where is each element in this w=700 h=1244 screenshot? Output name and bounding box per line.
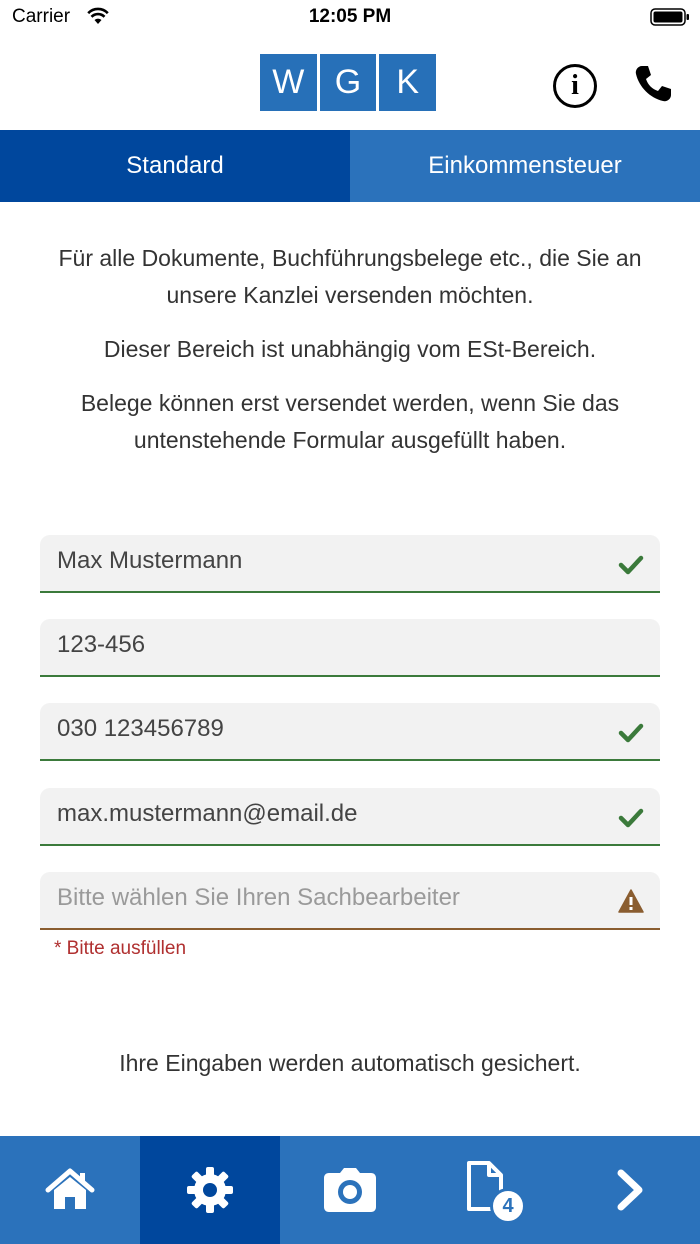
phone-icon[interactable]	[632, 62, 674, 106]
phone-field[interactable]: 030 123456789	[40, 703, 660, 761]
tab-einkommensteuer[interactable]: Einkommensteuer	[350, 130, 700, 202]
tab-bar: Standard Einkommensteuer	[0, 130, 700, 202]
nav-home[interactable]	[0, 1136, 140, 1244]
check-icon	[618, 808, 644, 828]
wgk-logo: W G K	[260, 54, 437, 111]
nav-settings[interactable]	[140, 1136, 280, 1244]
clock: 12:05 PM	[308, 6, 392, 27]
settings-icon	[187, 1167, 233, 1213]
home-icon	[45, 1168, 95, 1209]
logo-letter: W	[260, 54, 317, 111]
nav-next[interactable]	[560, 1136, 700, 1244]
clerk-placeholder: Bitte wählen Sie Ihren Sachbearbeiter	[57, 884, 460, 911]
intro-paragraph: Für alle Dokumente, Buchführungsbelege e…	[58, 245, 642, 308]
intro-paragraph: Belege können erst versendet werden, wen…	[80, 390, 620, 453]
battery-icon	[650, 8, 689, 26]
nav-documents[interactable]	[420, 1136, 560, 1244]
name-field[interactable]: Max Mustermann	[40, 535, 660, 593]
client-number-value: 123-456	[57, 631, 146, 658]
info-icon[interactable]: i	[553, 64, 597, 108]
status-bar: Carrier 12:05 PM	[0, 0, 700, 34]
next-icon	[617, 1169, 643, 1211]
bottom-nav	[0, 1136, 700, 1244]
intro-paragraph: Dieser Bereich ist unabhängig vom ESt-Be…	[103, 336, 597, 362]
camera-icon	[324, 1168, 376, 1212]
check-icon	[618, 723, 644, 743]
intro-text: Für alle Dokumente, Buchführungsbelege e…	[40, 240, 660, 476]
check-icon	[618, 555, 644, 575]
warning-icon	[618, 889, 644, 913]
logo-letter: G	[319, 54, 377, 111]
autosave-note: Ihre Eingaben werden automatisch gesiche…	[119, 1050, 581, 1076]
email-value: max.mustermann@email.de	[57, 800, 358, 827]
logo-letter: K	[379, 54, 437, 111]
phone-value: 030 123456789	[57, 715, 224, 742]
clerk-error-message: * Bitte ausfüllen	[54, 938, 187, 959]
app-header: W G K i	[0, 34, 700, 130]
client-number-field[interactable]: 123-456	[40, 619, 660, 677]
tab-standard[interactable]: Standard	[0, 130, 350, 202]
nav-camera[interactable]	[280, 1136, 420, 1244]
document-count-badge: 4	[490, 1188, 526, 1224]
email-field[interactable]: max.mustermann@email.de	[40, 788, 660, 846]
clerk-select[interactable]: Bitte wählen Sie Ihren Sachbearbeiter	[40, 872, 660, 930]
name-value: Max Mustermann	[57, 547, 243, 574]
